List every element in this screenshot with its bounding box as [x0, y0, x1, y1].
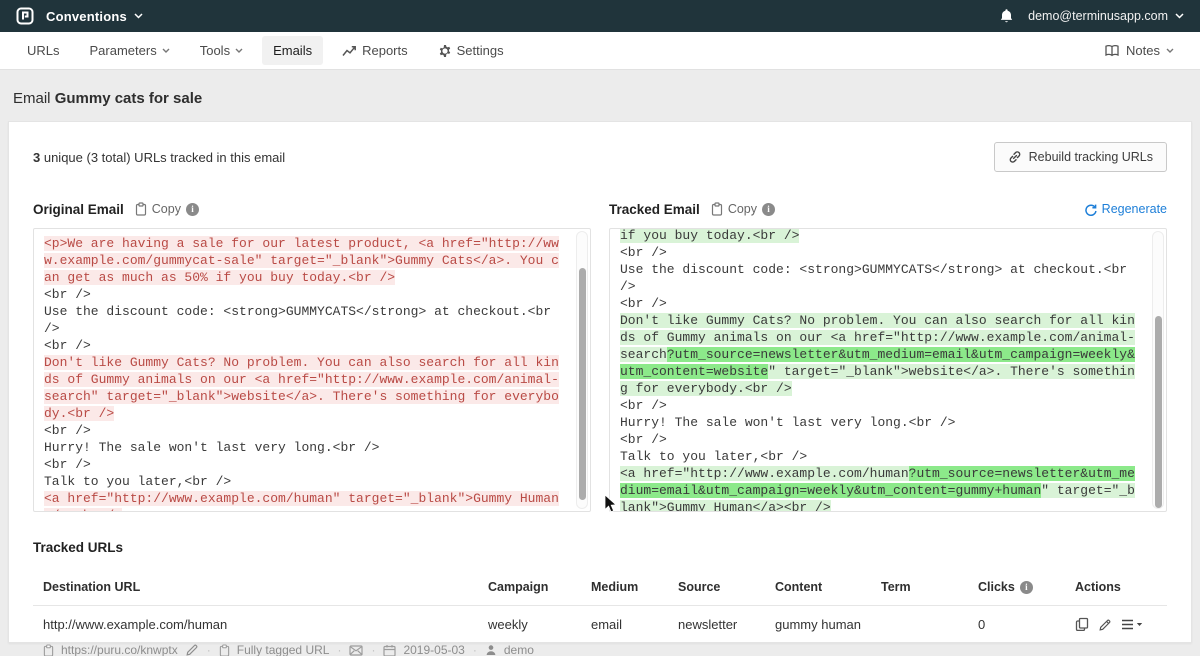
chevron-down-icon [235, 48, 243, 53]
table-header-row: Destination URL Campaign Medium Source C… [33, 571, 1167, 605]
col-source: Source [678, 580, 775, 594]
workspace-switcher[interactable]: Conventions [46, 9, 127, 24]
scrollbar[interactable] [1152, 231, 1164, 509]
main-nav: URLs Parameters Tools Emails Reports Set… [0, 32, 1200, 70]
source-value: newsletter [678, 617, 775, 632]
original-email-html: <p>We are having a sale for our latest p… [44, 235, 564, 512]
nav-item-reports[interactable]: Reports [331, 36, 419, 65]
separator-dot: · [472, 643, 478, 656]
col-term: Term [881, 580, 978, 594]
account-menu[interactable]: demo@terminusapp.com [1028, 9, 1168, 23]
owner-name: demo [504, 643, 534, 656]
destination-url[interactable]: http://www.example.com/human [43, 617, 488, 632]
chevron-down-icon[interactable] [134, 13, 143, 19]
edit-pencil-icon[interactable] [1098, 618, 1112, 632]
chevron-down-icon [162, 48, 170, 53]
tracked-urls-title: Tracked URLs [33, 540, 1167, 555]
nav-item-tools[interactable]: Tools [189, 36, 254, 65]
info-icon: i [1020, 581, 1033, 594]
clipboard-icon [135, 202, 147, 216]
notes-menu[interactable]: Notes [1104, 43, 1184, 58]
tracked-email-code: if you buy today.<br /> <br /> Use the d… [609, 228, 1167, 512]
line-chart-icon [342, 45, 357, 57]
medium-value: email [591, 617, 678, 632]
gear-icon [438, 44, 452, 58]
original-email-title: Original Email [33, 202, 124, 217]
clipboard-icon[interactable] [43, 644, 54, 656]
info-icon: i [762, 203, 775, 216]
original-email-code: <p>We are having a sale for our latest p… [33, 228, 591, 512]
email-card: 3 unique (3 total) URLs tracked in this … [8, 121, 1192, 643]
scrollbar[interactable] [576, 231, 588, 509]
scrollbar-thumb[interactable] [1155, 316, 1162, 508]
topbar: Conventions demo@terminusapp.com [0, 0, 1200, 32]
nav-item-parameters[interactable]: Parameters [79, 36, 181, 65]
tag-status: Fully tagged URL [237, 643, 330, 656]
envelope-icon[interactable] [349, 645, 363, 656]
nav-item-urls[interactable]: URLs [16, 36, 71, 65]
nav-item-settings[interactable]: Settings [427, 36, 515, 65]
content-value: gummy human [775, 617, 881, 632]
campaign-value: weekly [488, 617, 591, 632]
col-actions: Actions [1075, 580, 1167, 594]
separator-dot: · [206, 643, 212, 656]
link-icon [1008, 150, 1022, 164]
nav-item-emails[interactable]: Emails [262, 36, 323, 65]
app-logo-icon[interactable] [16, 7, 34, 25]
tracked-urls-table: Destination URL Campaign Medium Source C… [33, 571, 1167, 656]
separator-dot: · [370, 643, 376, 656]
col-content: Content [775, 580, 881, 594]
row-menu-icon[interactable] [1121, 619, 1143, 630]
scrollbar-thumb[interactable] [579, 268, 586, 500]
book-icon [1104, 44, 1120, 57]
url-meta-row: https://puru.co/knwptx · Fully tagged UR… [43, 643, 1167, 656]
duplicate-icon[interactable] [1075, 617, 1089, 632]
col-clicks: Clicksi [978, 580, 1075, 594]
chevron-down-icon[interactable] [1175, 13, 1184, 19]
col-campaign: Campaign [488, 580, 591, 594]
table-row: http://www.example.com/human weekly emai… [33, 605, 1167, 656]
refresh-icon [1084, 203, 1097, 216]
page-title: Email Gummy cats for sale [13, 90, 1200, 107]
col-destination-url: Destination URL [43, 580, 488, 594]
regenerate-button[interactable]: Regenerate [1084, 202, 1167, 216]
created-date: 2019-05-03 [403, 643, 464, 656]
info-icon: i [186, 203, 199, 216]
url-count-summary: 3 unique (3 total) URLs tracked in this … [33, 150, 285, 165]
clipboard-icon [711, 202, 723, 216]
tracked-email-html: if you buy today.<br /> <br /> Use the d… [620, 228, 1140, 512]
person-icon [485, 644, 497, 656]
copy-tracked-button[interactable]: Copy i [711, 202, 775, 216]
edit-pencil-icon[interactable] [185, 643, 199, 656]
separator-dot: · [336, 643, 342, 656]
chevron-down-icon [1166, 48, 1174, 53]
tracked-email-title: Tracked Email [609, 202, 700, 217]
rebuild-tracking-urls-button[interactable]: Rebuild tracking URLs [994, 142, 1167, 172]
copy-original-button[interactable]: Copy i [135, 202, 199, 216]
calendar-icon [383, 644, 396, 656]
col-medium: Medium [591, 580, 678, 594]
clipboard-icon[interactable] [219, 644, 230, 656]
short-url[interactable]: https://puru.co/knwptx [61, 643, 178, 656]
clicks-value: 0 [978, 617, 1075, 632]
notifications-bell-icon[interactable] [999, 8, 1014, 24]
